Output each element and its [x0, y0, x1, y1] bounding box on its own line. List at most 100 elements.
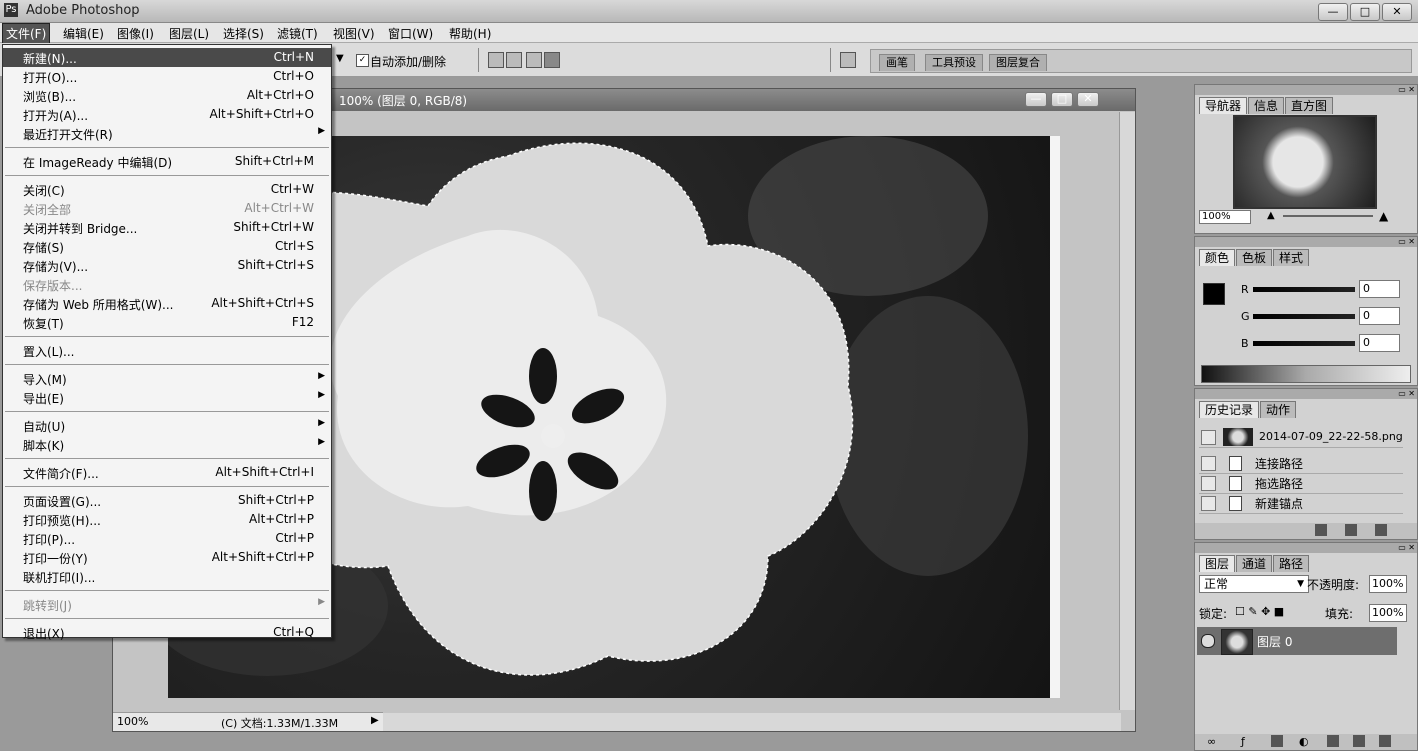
document-size-info[interactable]: (C) 文档:1.33M/1.33M [221, 715, 338, 731]
snapshot-camera-icon[interactable] [1345, 524, 1357, 536]
minimize-button[interactable]: — [1318, 3, 1348, 21]
file-menu-item[interactable]: 打开(O)... Ctrl+O [3, 67, 331, 86]
doc-maximize-button[interactable]: □ [1051, 92, 1073, 107]
close-button[interactable]: ✕ [1382, 3, 1412, 21]
zoom-out-icon[interactable]: ▲ [1267, 210, 1275, 221]
navigator-thumbnail[interactable] [1233, 115, 1377, 209]
file-menu-item[interactable]: 浏览(B)... Alt+Ctrl+O [3, 86, 331, 105]
channel-r-value[interactable]: 0 [1359, 280, 1400, 298]
menu-image[interactable]: 图像(I) [114, 24, 157, 43]
tab-actions[interactable]: 动作 [1260, 401, 1297, 418]
file-menu-item[interactable]: 在 ImageReady 中编辑(D) Shift+Ctrl+M [3, 152, 331, 171]
history-source-box[interactable] [1201, 456, 1216, 471]
history-item[interactable]: 连接路径 [1199, 453, 1403, 474]
tab-paths[interactable]: 路径 [1273, 555, 1310, 572]
tab-color[interactable]: 颜色 [1199, 249, 1236, 266]
panel-header[interactable]: ▭ ✕ [1195, 237, 1417, 247]
file-menu-item[interactable]: 存储为 Web 所用格式(W)... Alt+Shift+Ctrl+S [3, 294, 331, 313]
file-menu-item[interactable]: 文件简介(F)... Alt+Shift+Ctrl+I [3, 463, 331, 482]
adjustment-layer-icon[interactable]: ◐ [1299, 735, 1309, 748]
file-menu-item[interactable]: 打印预览(H)... Alt+Ctrl+P [3, 510, 331, 529]
path-subtract-icon[interactable] [506, 52, 522, 68]
layer-mask-icon[interactable] [1271, 735, 1283, 747]
history-snapshot[interactable]: 2014-07-09_22-22-58.png [1199, 427, 1403, 448]
blend-mode-select[interactable]: 正常 ▼ [1199, 575, 1309, 593]
trash-icon[interactable] [1379, 735, 1391, 747]
file-menu-item[interactable]: 导入(M) ▶ [3, 369, 331, 388]
tab-navigator[interactable]: 导航器 [1199, 97, 1248, 114]
new-document-icon[interactable] [1315, 524, 1327, 536]
maximize-button[interactable]: □ [1350, 3, 1380, 21]
menu-help[interactable]: 帮助(H) [446, 24, 494, 43]
panel-controls-icon[interactable]: ▭ ✕ [1398, 237, 1415, 246]
tab-info[interactable]: 信息 [1248, 97, 1285, 114]
channel-r-slider[interactable] [1253, 287, 1355, 292]
history-item[interactable]: 拖选路径 [1199, 473, 1403, 494]
dropdown-arrow-icon[interactable]: ▼ [336, 53, 344, 64]
file-menu-item[interactable]: 退出(X) Ctrl+Q [3, 623, 331, 642]
panel-controls-icon[interactable]: ▭ ✕ [1398, 389, 1415, 398]
menu-window[interactable]: 窗口(W) [385, 24, 436, 43]
color-spectrum-bar[interactable] [1201, 365, 1411, 383]
file-menu-item[interactable]: 恢复(T) F12 [3, 313, 331, 332]
path-intersect-icon[interactable] [526, 52, 542, 68]
link-layers-icon[interactable]: ∞ [1207, 735, 1216, 748]
history-brush-icon[interactable] [1201, 430, 1216, 445]
history-source-box[interactable] [1201, 476, 1216, 491]
menu-view[interactable]: 视图(V) [330, 24, 378, 43]
well-tab-tool-presets[interactable]: 工具预设 [925, 54, 983, 71]
eye-icon[interactable] [1201, 634, 1215, 648]
menu-file[interactable]: 文件(F) [1, 23, 51, 44]
vertical-scrollbar[interactable] [1119, 112, 1135, 710]
zoom-level[interactable]: 100% [117, 715, 148, 728]
tab-histogram[interactable]: 直方图 [1285, 97, 1334, 114]
file-menu-item[interactable]: 最近打开文件(R) ▶ [3, 124, 331, 143]
file-menu-item[interactable]: 打印(P)... Ctrl+P [3, 529, 331, 548]
new-group-icon[interactable] [1327, 735, 1339, 747]
file-menu-item[interactable]: 脚本(K) ▶ [3, 435, 331, 454]
trash-icon[interactable] [1375, 524, 1387, 536]
file-menu-item[interactable]: 存储(S) Ctrl+S [3, 237, 331, 256]
palette-well-icon[interactable] [840, 52, 856, 68]
menu-filter[interactable]: 滤镜(T) [274, 24, 321, 43]
lock-icons[interactable]: ☐ ✎ ✥ ■ [1235, 605, 1284, 618]
panel-header[interactable]: ▭ ✕ [1195, 389, 1417, 399]
panel-header[interactable]: ▭ ✕ [1195, 85, 1417, 95]
file-menu-item[interactable]: 置入(L)... [3, 341, 331, 360]
file-menu-item[interactable]: 打开为(A)... Alt+Shift+Ctrl+O [3, 105, 331, 124]
navigator-zoom-field[interactable]: 100% [1199, 210, 1251, 224]
well-tab-brushes[interactable]: 画笔 [879, 54, 915, 71]
file-menu-item[interactable]: 自动(U) ▶ [3, 416, 331, 435]
panel-header[interactable]: ▭ ✕ [1195, 543, 1417, 553]
tab-layers[interactable]: 图层 [1199, 555, 1236, 572]
panel-controls-icon[interactable]: ▭ ✕ [1398, 85, 1415, 94]
channel-b-value[interactable]: 0 [1359, 334, 1400, 352]
path-exclude-icon[interactable] [544, 52, 560, 68]
doc-minimize-button[interactable]: — [1025, 92, 1047, 107]
file-menu-item[interactable]: 关闭并转到 Bridge... Shift+Ctrl+W [3, 218, 331, 237]
menu-edit[interactable]: 编辑(E) [60, 24, 107, 43]
tab-swatches[interactable]: 色板 [1236, 249, 1273, 266]
file-menu-item[interactable]: 页面设置(G)... Shift+Ctrl+P [3, 491, 331, 510]
file-menu-item[interactable]: 关闭(C) Ctrl+W [3, 180, 331, 199]
file-menu-item[interactable]: 存储为(V)... Shift+Ctrl+S [3, 256, 331, 275]
file-menu-item[interactable]: 新建(N)... Ctrl+N [3, 48, 331, 67]
layer-name[interactable]: 图层 0 [1257, 633, 1292, 650]
channel-b-slider[interactable] [1253, 341, 1355, 346]
channel-g-value[interactable]: 0 [1359, 307, 1400, 325]
auto-add-delete-checkbox[interactable]: ✓ [356, 54, 369, 67]
menu-layer[interactable]: 图层(L) [166, 24, 212, 43]
tab-history[interactable]: 历史记录 [1199, 401, 1260, 418]
history-item[interactable]: 新建锚点 [1199, 493, 1403, 514]
file-menu-item[interactable]: 打印一份(Y) Alt+Shift+Ctrl+P [3, 548, 331, 567]
path-add-icon[interactable] [488, 52, 504, 68]
doc-close-button[interactable]: ✕ [1077, 92, 1099, 107]
zoom-in-icon[interactable]: ▲ [1379, 209, 1388, 223]
menu-select[interactable]: 选择(S) [220, 24, 267, 43]
history-source-box[interactable] [1201, 496, 1216, 511]
tab-channels[interactable]: 通道 [1236, 555, 1273, 572]
layer-row[interactable]: 图层 0 [1197, 627, 1397, 655]
foreground-color-swatch[interactable] [1203, 283, 1225, 305]
layer-style-icon[interactable]: ƒ [1241, 735, 1245, 748]
navigator-zoom-slider[interactable] [1283, 215, 1373, 217]
